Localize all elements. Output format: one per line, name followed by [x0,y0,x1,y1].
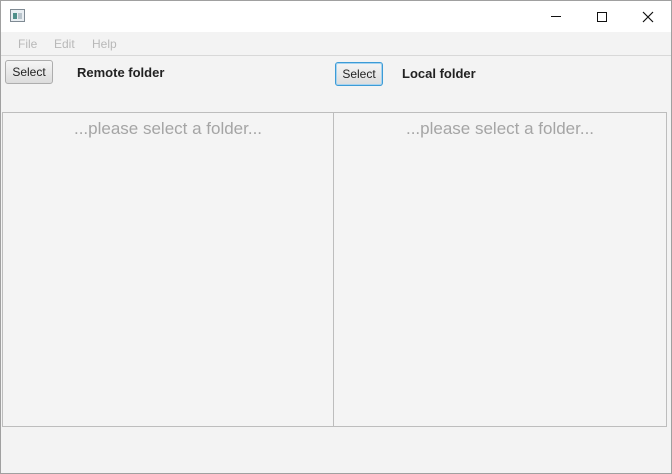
close-button[interactable] [625,1,671,32]
close-icon [642,11,654,22]
local-folder-panel[interactable]: ...please select a folder... [333,112,667,427]
app-icon-pane-left [13,13,17,19]
maximize-button[interactable] [579,1,625,32]
minimize-button[interactable] [533,1,579,32]
app-window-icon [10,9,25,22]
menu-edit[interactable]: Edit [54,37,75,51]
menu-help[interactable]: Help [92,37,117,51]
local-folder-label: Local folder [402,66,476,81]
remote-folder-label: Remote folder [77,65,165,80]
maximize-icon [597,11,607,22]
select-local-folder-button[interactable]: Select [335,62,383,86]
title-bar[interactable] [1,1,671,32]
menu-bar: File Edit Help [1,32,671,56]
local-folder-placeholder: ...please select a folder... [405,119,595,138]
menu-file[interactable]: File [18,37,37,51]
app-icon-pane-right [18,13,22,19]
select-remote-folder-button[interactable]: Select [5,60,53,84]
remote-folder-panel[interactable]: ...please select a folder... [2,112,334,427]
remote-folder-placeholder: ...please select a folder... [73,119,263,138]
app-window: File Edit Help Select Remote folder Sele… [0,0,672,474]
minimize-icon [551,16,561,17]
